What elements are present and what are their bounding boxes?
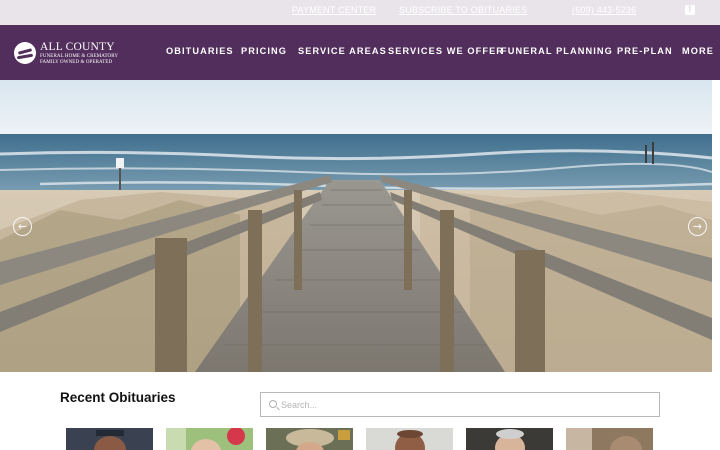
nav-item-more[interactable]: MORE <box>682 46 714 56</box>
obituary-photo[interactable] <box>466 428 553 450</box>
slider-prev-button[interactable]: ← <box>13 217 32 236</box>
portrait-image <box>266 428 353 450</box>
hero-edge <box>712 80 720 372</box>
obituary-photo[interactable] <box>166 428 253 450</box>
hero-slideshow <box>0 80 712 372</box>
main-nav: ALL COUNTY FUNERAL HOME & CREMATORY FAMI… <box>0 25 720 80</box>
nav-item-pricing[interactable]: PRICING <box>241 46 287 56</box>
obituary-photo[interactable] <box>66 428 153 450</box>
logo-tagline: FAMILY OWNED & OPERATED <box>40 60 113 65</box>
nav-item-obituaries[interactable]: OBITUARIES <box>166 46 234 56</box>
search-input[interactable] <box>281 397 641 413</box>
site-logo[interactable]: ALL COUNTY FUNERAL HOME & CREMATORY FAMI… <box>14 41 118 70</box>
logo-mark-icon <box>14 42 36 64</box>
nav-item-pre-plan[interactable]: PRE-PLAN <box>617 46 673 56</box>
logo-title: ALL COUNTY <box>40 41 115 53</box>
recent-obituaries-heading: Recent Obituaries <box>60 390 176 405</box>
logo-subtitle: FUNERAL HOME & CREMATORY <box>40 54 119 59</box>
phone-link[interactable]: (609) 443-5236 <box>572 5 636 15</box>
portrait-image <box>66 428 153 450</box>
portrait-image <box>566 428 653 450</box>
nav-item-service-areas[interactable]: SERVICE AREAS <box>298 46 387 56</box>
slider-next-button[interactable]: → <box>688 217 707 236</box>
portrait-image <box>466 428 553 450</box>
obituary-photo[interactable] <box>266 428 353 450</box>
nav-item-funeral-planning[interactable]: FUNERAL PLANNING <box>501 46 613 56</box>
portrait-image <box>166 428 253 450</box>
hero-image <box>0 80 712 372</box>
search-icon <box>269 400 277 408</box>
obituary-photo[interactable] <box>366 428 453 450</box>
obituary-search[interactable] <box>260 392 660 417</box>
obituary-photo[interactable] <box>566 428 653 450</box>
top-utility-bar: PAYMENT CENTER SUBSCRIBE TO OBITUARIES (… <box>0 0 720 25</box>
arrow-right-icon: → <box>692 220 703 233</box>
payment-center-link[interactable]: PAYMENT CENTER <box>292 5 376 15</box>
arrow-left-icon: ← <box>17 220 28 233</box>
nav-item-services-we-offer[interactable]: SERVICES WE OFFER <box>388 46 504 56</box>
subscribe-obituaries-link[interactable]: SUBSCRIBE TO OBITUARIES <box>399 5 527 15</box>
facebook-icon[interactable]: f <box>685 4 695 15</box>
portrait-image <box>366 428 453 450</box>
